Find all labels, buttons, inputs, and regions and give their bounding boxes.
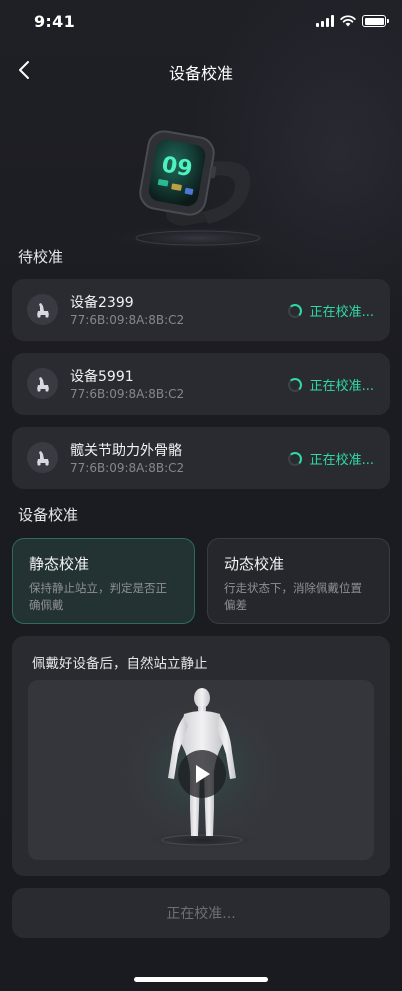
mode-title: 静态校准 bbox=[29, 555, 90, 573]
spinner-icon bbox=[287, 451, 302, 466]
device-name: 设备2399 bbox=[70, 295, 134, 311]
mode-description: 行走状态下，消除佩戴位置偏差 bbox=[224, 581, 362, 612]
play-button[interactable] bbox=[178, 750, 226, 798]
status-bar: 9:41 bbox=[0, 0, 402, 44]
status-time: 9:41 bbox=[34, 12, 75, 31]
spinner-icon bbox=[287, 303, 302, 318]
device-mac: 77:6B:09:8A:8B:C2 bbox=[70, 313, 185, 327]
calibration-section-title: 设备校准 bbox=[18, 506, 79, 524]
device-status: 正在校准... bbox=[287, 375, 374, 394]
exoskeleton-icon bbox=[27, 368, 58, 399]
exoskeleton-icon bbox=[27, 442, 58, 473]
device-mac: 77:6B:09:8A:8B:C2 bbox=[70, 461, 185, 475]
static-calibration-option[interactable]: 静态校准 保持静止站立，判定是否正确佩戴 bbox=[12, 538, 195, 624]
device-status: 正在校准... bbox=[287, 301, 374, 320]
device-name: 设备5991 bbox=[70, 369, 134, 385]
wifi-icon bbox=[340, 15, 356, 27]
device-card[interactable]: 设备5991 77:6B:09:8A:8B:C2 正在校准... bbox=[12, 353, 390, 415]
device-status-text: 正在校准... bbox=[309, 453, 374, 468]
instruction-title: 佩戴好设备后，自然站立静止 bbox=[32, 656, 208, 672]
watch-display-time: 09 bbox=[160, 152, 195, 182]
watch-hero-image: 09 bbox=[90, 112, 310, 252]
calibrating-button[interactable]: 正在校准... bbox=[12, 888, 390, 938]
page-title: 设备校准 bbox=[168, 64, 233, 83]
nav-bar: 设备校准 bbox=[0, 52, 402, 88]
device-status-text: 正在校准... bbox=[309, 305, 374, 320]
play-icon bbox=[196, 765, 210, 783]
device-card[interactable]: 髋关节助力外骨骼 77:6B:09:8A:8B:C2 正在校准... bbox=[12, 427, 390, 489]
instruction-video[interactable] bbox=[28, 680, 374, 860]
device-status: 正在校准... bbox=[287, 449, 374, 468]
dynamic-calibration-option[interactable]: 动态校准 行走状态下，消除佩戴位置偏差 bbox=[207, 538, 390, 624]
mode-description: 保持静止站立，判定是否正确佩戴 bbox=[29, 581, 167, 612]
mode-title: 动态校准 bbox=[224, 555, 285, 573]
device-mac: 77:6B:09:8A:8B:C2 bbox=[70, 387, 185, 401]
cellular-signal-icon bbox=[316, 15, 334, 27]
device-name: 髋关节助力外骨骼 bbox=[70, 443, 182, 459]
exoskeleton-icon bbox=[27, 294, 58, 325]
status-icons bbox=[316, 15, 389, 27]
battery-icon bbox=[362, 15, 389, 27]
device-status-text: 正在校准... bbox=[309, 379, 374, 394]
device-card[interactable]: 设备2399 77:6B:09:8A:8B:C2 正在校准... bbox=[12, 279, 390, 341]
instruction-panel: 佩戴好设备后，自然站立静止 bbox=[12, 636, 390, 876]
pending-section-title: 待校准 bbox=[18, 248, 64, 266]
spinner-icon bbox=[287, 377, 302, 392]
home-indicator bbox=[134, 977, 268, 982]
